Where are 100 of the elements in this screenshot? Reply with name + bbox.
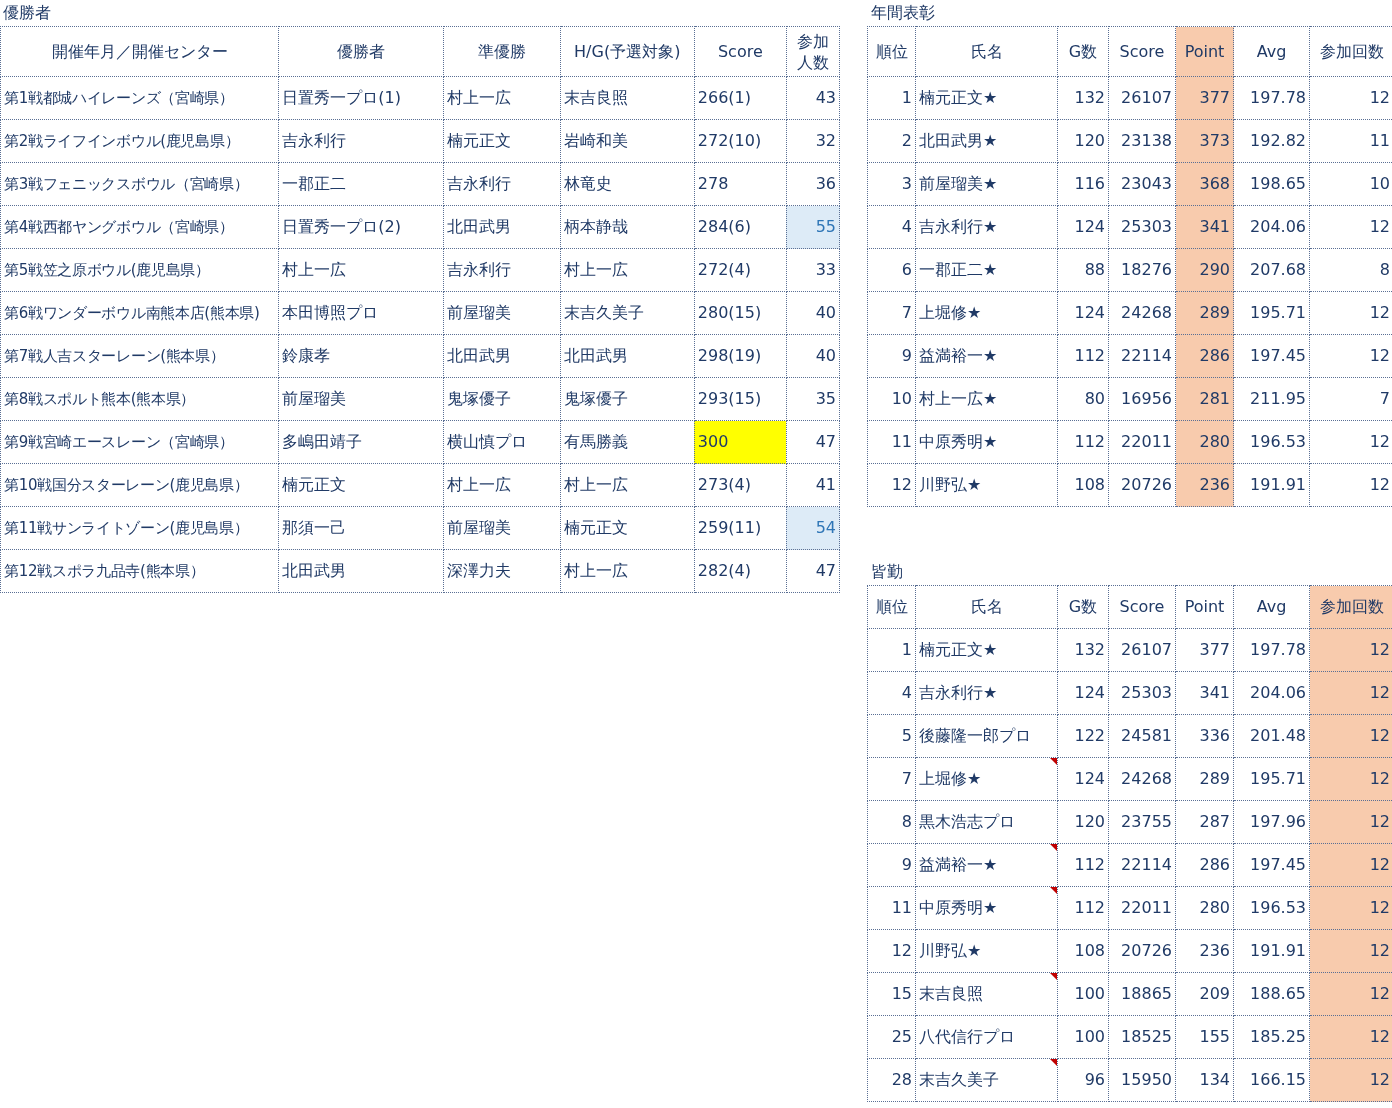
comment-marker-icon — [1050, 1059, 1057, 1066]
table-cell: 楠元正文 — [560, 506, 695, 550]
table-cell: 第8戦スポルト熊本(熊本県） — [0, 377, 279, 421]
name-text: 吉永利行★ — [919, 217, 998, 236]
table-cell: 16956 — [1108, 377, 1176, 421]
table-cell: 北田武男 — [443, 334, 561, 378]
table-cell: 211.95 — [1233, 377, 1310, 421]
table-cell: 122 — [1057, 714, 1109, 758]
table-cell: 280 — [1175, 886, 1234, 930]
table-cell: 192.82 — [1233, 119, 1310, 163]
table-cell: 23755 — [1108, 800, 1176, 844]
table-cell: 第5戦笠之原ボウル(鹿児島県） — [0, 248, 279, 292]
table-cell: 112 — [1057, 334, 1109, 378]
table-cell: 吉永利行 — [443, 162, 561, 206]
table-cell: 25 — [867, 1015, 916, 1059]
table-cell: 281 — [1175, 377, 1234, 421]
table-cell: 1 — [867, 628, 916, 672]
table-cell: 第11戦サンライトゾーン(鹿児島県） — [0, 506, 279, 550]
table-cell: 188.65 — [1233, 972, 1310, 1016]
table-cell: 55 — [786, 205, 840, 249]
table-cell: 197.78 — [1233, 628, 1310, 672]
table-cell: 5 — [867, 714, 916, 758]
table-cell: 41 — [786, 463, 840, 507]
table-cell: 272(10) — [694, 119, 787, 163]
table-cell: 一郡正二 — [278, 162, 443, 206]
table-cell: 22114 — [1108, 334, 1176, 378]
table-cell: 15950 — [1108, 1058, 1176, 1102]
table-cell: 112 — [1057, 843, 1109, 887]
section-title: 優勝者 — [2, 2, 52, 24]
table-cell: 7 — [867, 757, 916, 801]
table-cell: 155 — [1175, 1015, 1234, 1059]
table-cell: 7 — [867, 291, 916, 335]
table-cell: 124 — [1057, 757, 1109, 801]
name-text: 後藤隆一郎プロ — [919, 726, 1031, 745]
table-cell: 300 — [694, 420, 787, 464]
table-cell: 12 — [1309, 1058, 1392, 1102]
table-cell: 第2戦ライフインボウル(鹿児島県） — [0, 119, 279, 163]
table-cell: 373 — [1175, 119, 1234, 163]
name-text: 黒木浩志プロ — [919, 812, 1015, 831]
table-cell: 26107 — [1108, 628, 1176, 672]
table-cell: 191.91 — [1233, 463, 1310, 507]
table-cell: 前屋瑠美 — [443, 506, 561, 550]
table-cell: 20726 — [1108, 463, 1176, 507]
table-cell: 村上一広 — [443, 463, 561, 507]
table-cell: 18525 — [1108, 1015, 1176, 1059]
table-cell: 村上一広 — [443, 76, 561, 120]
name-text: 川野弘★ — [919, 475, 982, 494]
table-cell: 村上一広 — [560, 549, 695, 593]
column-header: G数 — [1057, 26, 1109, 77]
table-cell: 120 — [1057, 800, 1109, 844]
table-cell: 43 — [786, 76, 840, 120]
table-cell: 日置秀一プロ(1) — [278, 76, 443, 120]
table-cell: 12 — [1309, 886, 1392, 930]
table-cell: 266(1) — [694, 76, 787, 120]
table-cell: 第10戦国分スターレーン(鹿児島県） — [0, 463, 279, 507]
table-cell: 236 — [1175, 929, 1234, 973]
table-cell: 第1戦都城ハイレーンズ（宮崎県） — [0, 76, 279, 120]
name-text: 一郡正二★ — [919, 260, 998, 279]
name-text: 末吉良照 — [919, 984, 983, 1003]
table-cell: 286 — [1175, 334, 1234, 378]
table-cell: 12 — [1309, 757, 1392, 801]
table-cell: 197.45 — [1233, 334, 1310, 378]
table-cell: 吉永利行 — [443, 248, 561, 292]
table-cell: 村上一広 — [560, 463, 695, 507]
table-cell: 32 — [786, 119, 840, 163]
table-cell: 3 — [867, 162, 916, 206]
table-cell: 12 — [1309, 1015, 1392, 1059]
table-cell: 第12戦スポラ九品寺(熊本県） — [0, 549, 279, 593]
name-text: 楠元正文★ — [919, 640, 998, 659]
table-cell: 20726 — [1108, 929, 1176, 973]
column-header: 参加回数 — [1309, 585, 1392, 629]
table-cell: 204.06 — [1233, 205, 1310, 249]
table-cell: 前屋瑠美 — [443, 291, 561, 335]
table-cell: 12 — [1309, 671, 1392, 715]
table-cell: 吉永利行 — [278, 119, 443, 163]
table-cell: 368 — [1175, 162, 1234, 206]
table-cell: 40 — [786, 291, 840, 335]
table-cell: 4 — [867, 205, 916, 249]
table-cell: 村上一広 — [560, 248, 695, 292]
table-cell: 末吉良照 — [560, 76, 695, 120]
table-cell: 15 — [867, 972, 916, 1016]
table-cell: 多嶋田靖子 — [278, 420, 443, 464]
table-cell: 北田武男 — [443, 205, 561, 249]
table-cell: 272(4) — [694, 248, 787, 292]
table-cell: 47 — [786, 420, 840, 464]
table-cell: 25303 — [1108, 671, 1176, 715]
table-cell: 村上一広 — [278, 248, 443, 292]
table-cell: 100 — [1057, 1015, 1109, 1059]
name-text: 上堀修★ — [919, 769, 982, 788]
table-cell: 鈴康孝 — [278, 334, 443, 378]
table-cell: 岩崎和美 — [560, 119, 695, 163]
table-cell: 116 — [1057, 162, 1109, 206]
table-cell: 195.71 — [1233, 291, 1310, 335]
table-cell: 280 — [1175, 420, 1234, 464]
table-cell: 108 — [1057, 929, 1109, 973]
table-cell: 第4戦西都ヤングボウル（宮崎県） — [0, 205, 279, 249]
table-cell: 282(4) — [694, 549, 787, 593]
table-cell: 12 — [1309, 714, 1392, 758]
table-cell: 12 — [1309, 843, 1392, 887]
table-cell: 191.91 — [1233, 929, 1310, 973]
